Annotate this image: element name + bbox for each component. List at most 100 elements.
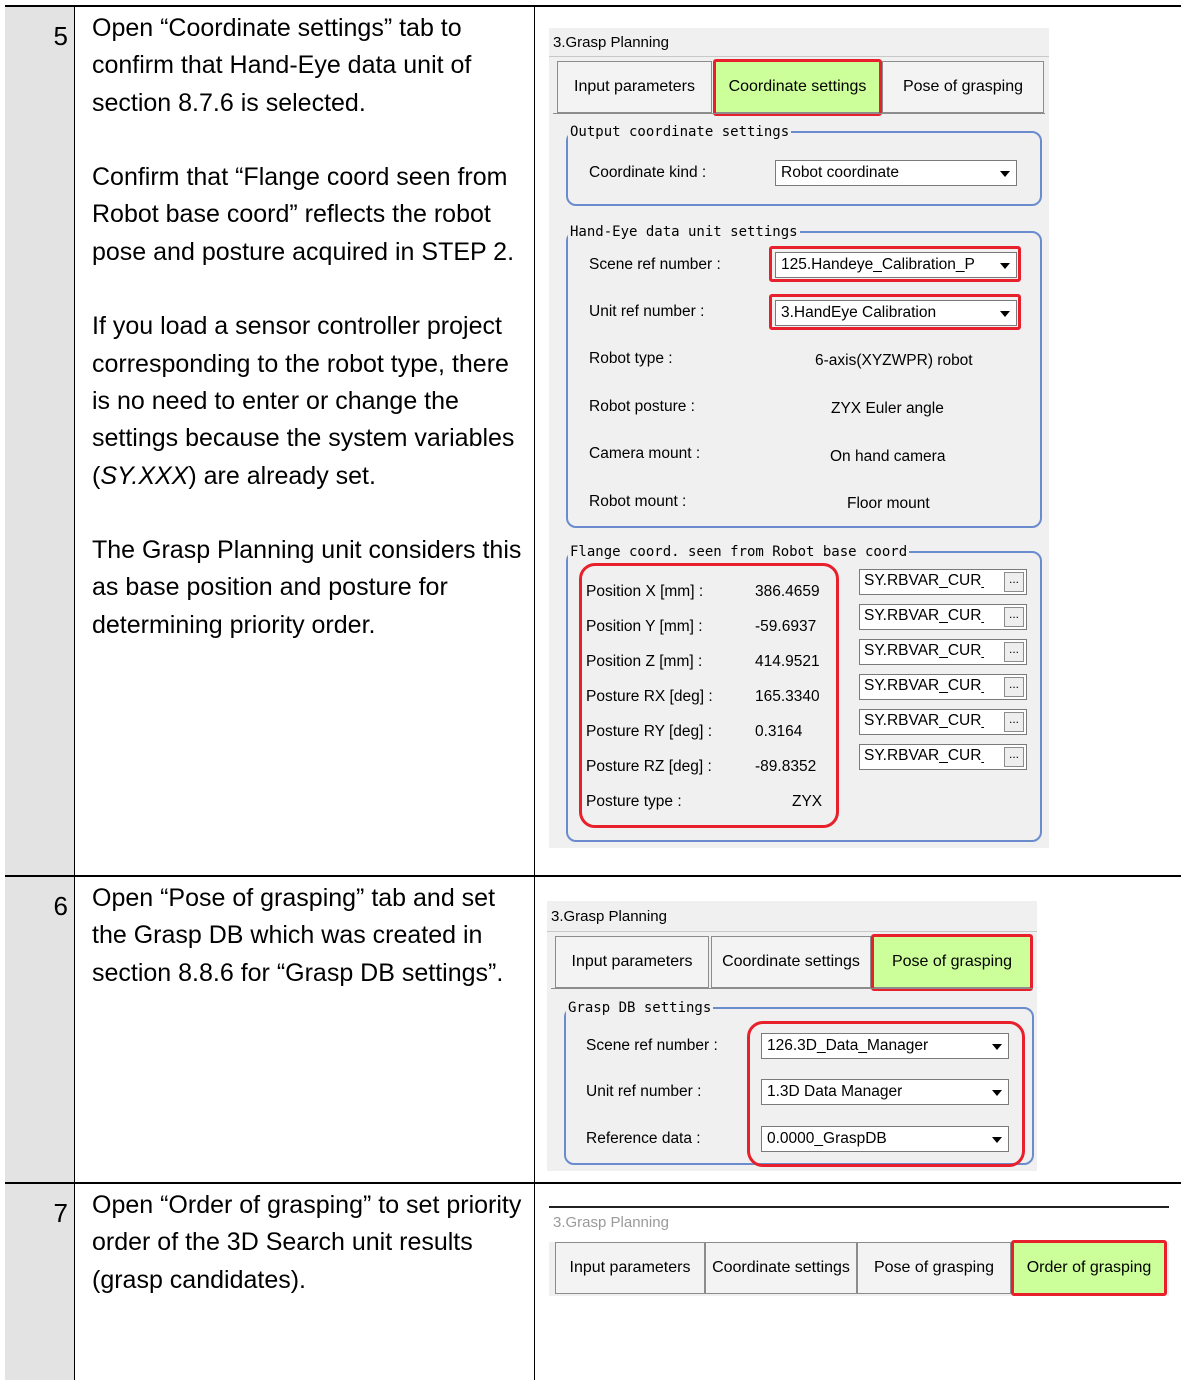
row-divider bbox=[5, 875, 1181, 877]
tab-pose-of-grasping[interactable]: Pose of grasping bbox=[857, 1242, 1011, 1294]
robot-posture-value: ZYX Euler angle bbox=[831, 400, 944, 417]
instruction-paragraph: Open “Pose of grasping” tab and set the … bbox=[92, 884, 504, 987]
tab-input-parameters[interactable]: Input parameters bbox=[555, 1242, 705, 1294]
position-x-label: Position X [mm] : bbox=[586, 583, 704, 600]
unit-ref-select[interactable]: 1.3D Data Manager bbox=[761, 1079, 1009, 1105]
reference-data-select[interactable]: 0.0000_GraspDB bbox=[761, 1126, 1009, 1152]
instruction-paragraph: Open “Coordinate settings” tab to confir… bbox=[92, 14, 472, 117]
highlight-box bbox=[769, 294, 1021, 330]
unit-ref-label: Unit ref number : bbox=[586, 1083, 702, 1100]
step-description: Open “Pose of grasping” tab and set the … bbox=[92, 880, 524, 992]
robot-type-label: Robot type : bbox=[589, 350, 673, 367]
highlight-box bbox=[1011, 1240, 1167, 1296]
step-number: 6 bbox=[53, 891, 68, 921]
title-divider bbox=[547, 931, 1037, 932]
robot-type-value: 6-axis(XYZWPR) robot bbox=[815, 352, 973, 369]
instruction-paragraph: Confirm that “Flange coord seen from Rob… bbox=[92, 163, 515, 266]
scene-ref-label: Scene ref number : bbox=[589, 256, 721, 273]
position-x-ref[interactable]: SY.RBVAR_CUR_I ... bbox=[859, 569, 1027, 595]
ref-value: SY.RBVAR_CUR_I bbox=[864, 712, 984, 729]
scene-ref-select[interactable]: 126.3D_Data_Manager bbox=[761, 1033, 1009, 1059]
column-divider bbox=[534, 5, 535, 1380]
chevron-down-icon[interactable] bbox=[988, 1037, 1005, 1055]
posture-ry-ref[interactable]: SY.RBVAR_CUR_I ... bbox=[859, 709, 1027, 735]
table-top-border bbox=[5, 5, 1181, 7]
coordinate-kind-label: Coordinate kind : bbox=[589, 164, 707, 181]
row-divider bbox=[5, 1182, 1181, 1184]
posture-type-value: ZYX bbox=[792, 793, 823, 810]
ref-value: SY.RBVAR_CUR_I bbox=[864, 607, 984, 624]
position-x-value: 386.4659 bbox=[755, 583, 820, 600]
highlight-box bbox=[871, 934, 1033, 991]
step-description: Open “Coordinate settings” tab to confir… bbox=[92, 10, 524, 644]
unit-ref-label: Unit ref number : bbox=[589, 303, 705, 320]
order-of-grasping-screenshot: 3.Grasp Planning Input parameters Coordi… bbox=[549, 1206, 1169, 1296]
step-number: 7 bbox=[53, 1198, 68, 1228]
position-y-value: -59.6937 bbox=[755, 618, 817, 635]
step-cell: 6 bbox=[5, 877, 74, 1182]
position-z-ref[interactable]: SY.RBVAR_CUR_I ... bbox=[859, 639, 1027, 665]
ref-value: SY.RBVAR_CUR_I bbox=[864, 642, 984, 659]
browse-button[interactable]: ... bbox=[1004, 677, 1024, 697]
tab-input-parameters[interactable]: Input parameters bbox=[555, 936, 709, 988]
title-divider bbox=[549, 56, 1049, 57]
combo-value: 1.3D Data Manager bbox=[767, 1083, 903, 1100]
robot-mount-value: Floor mount bbox=[847, 495, 930, 512]
browse-button[interactable]: ... bbox=[1004, 572, 1024, 592]
instruction-paragraph: If you load a sensor controller project … bbox=[92, 308, 524, 494]
posture-rz-label: Posture RZ [deg] : bbox=[586, 758, 712, 775]
browse-button[interactable]: ... bbox=[1004, 607, 1024, 627]
highlight-box bbox=[769, 246, 1021, 282]
posture-rz-ref[interactable]: SY.RBVAR_CUR_I ... bbox=[859, 744, 1027, 770]
posture-rx-label: Posture RX [deg] : bbox=[586, 688, 713, 705]
position-y-label: Position Y [mm] : bbox=[586, 618, 703, 635]
combo-value: 126.3D_Data_Manager bbox=[767, 1037, 929, 1054]
camera-mount-label: Camera mount : bbox=[589, 445, 701, 462]
scene-ref-label: Scene ref number : bbox=[586, 1037, 718, 1054]
column-divider bbox=[74, 5, 75, 1380]
position-z-label: Position Z [mm] : bbox=[586, 653, 703, 670]
combo-value: 0.0000_GraspDB bbox=[767, 1130, 887, 1147]
step-number: 5 bbox=[53, 21, 68, 51]
browse-button[interactable]: ... bbox=[1004, 712, 1024, 732]
posture-ry-value: 0.3164 bbox=[755, 723, 803, 740]
title-top-rule bbox=[549, 1206, 1169, 1208]
chevron-down-icon[interactable] bbox=[996, 164, 1013, 182]
posture-ry-label: Posture RY [deg] : bbox=[586, 723, 713, 740]
posture-rz-value: -89.8352 bbox=[755, 758, 817, 775]
chevron-down-icon[interactable] bbox=[988, 1130, 1005, 1148]
position-y-ref[interactable]: SY.RBVAR_CUR_I ... bbox=[859, 604, 1027, 630]
chevron-down-icon[interactable] bbox=[988, 1083, 1005, 1101]
coordinate-settings-screenshot: 3.Grasp Planning Input parameters Coordi… bbox=[549, 28, 1049, 848]
instruction-paragraph: The Grasp Planning unit considers this a… bbox=[92, 536, 522, 639]
posture-rx-value: 165.3340 bbox=[755, 688, 820, 705]
tab-coordinate-settings[interactable]: Coordinate settings bbox=[705, 1242, 857, 1294]
coordinate-kind-select[interactable]: Robot coordinate bbox=[775, 160, 1017, 186]
instruction-paragraph: Open “Order of grasping” to set priority… bbox=[92, 1191, 522, 1294]
position-z-value: 414.9521 bbox=[755, 653, 820, 670]
pose-of-grasping-screenshot: 3.Grasp Planning Input parameters Coordi… bbox=[547, 901, 1037, 1171]
step-cell: 5 bbox=[5, 7, 74, 875]
ref-value: SY.RBVAR_CUR_I bbox=[864, 677, 984, 694]
tab-panel-border bbox=[551, 988, 1033, 989]
group-legend: Hand-Eye data unit settings bbox=[570, 224, 798, 240]
ref-value: SY.RBVAR_CUR_I bbox=[864, 572, 984, 589]
ref-value: SY.RBVAR_CUR_I bbox=[864, 747, 984, 764]
browse-button[interactable]: ... bbox=[1004, 747, 1024, 767]
camera-mount-value: On hand camera bbox=[830, 448, 946, 465]
window-title: 3.Grasp Planning bbox=[553, 1214, 669, 1231]
browse-button[interactable]: ... bbox=[1004, 642, 1024, 662]
group-legend: Grasp DB settings bbox=[568, 1000, 712, 1016]
group-legend: Output coordinate settings bbox=[570, 124, 790, 140]
paragraph-text: ) are already set. bbox=[188, 461, 376, 490]
posture-rx-ref[interactable]: SY.RBVAR_CUR_I ... bbox=[859, 674, 1027, 700]
combo-value: Robot coordinate bbox=[781, 164, 900, 181]
group-legend: Flange coord. seen from Robot base coord bbox=[570, 544, 908, 560]
step-cell: 7 bbox=[5, 1184, 74, 1380]
tab-coordinate-settings[interactable]: Coordinate settings bbox=[711, 936, 871, 988]
tab-input-parameters[interactable]: Input parameters bbox=[557, 61, 712, 113]
highlight-box bbox=[713, 59, 882, 116]
tab-pose-of-grasping[interactable]: Pose of grasping bbox=[882, 61, 1044, 113]
reference-data-label: Reference data : bbox=[586, 1130, 701, 1147]
robot-posture-label: Robot posture : bbox=[589, 398, 695, 415]
